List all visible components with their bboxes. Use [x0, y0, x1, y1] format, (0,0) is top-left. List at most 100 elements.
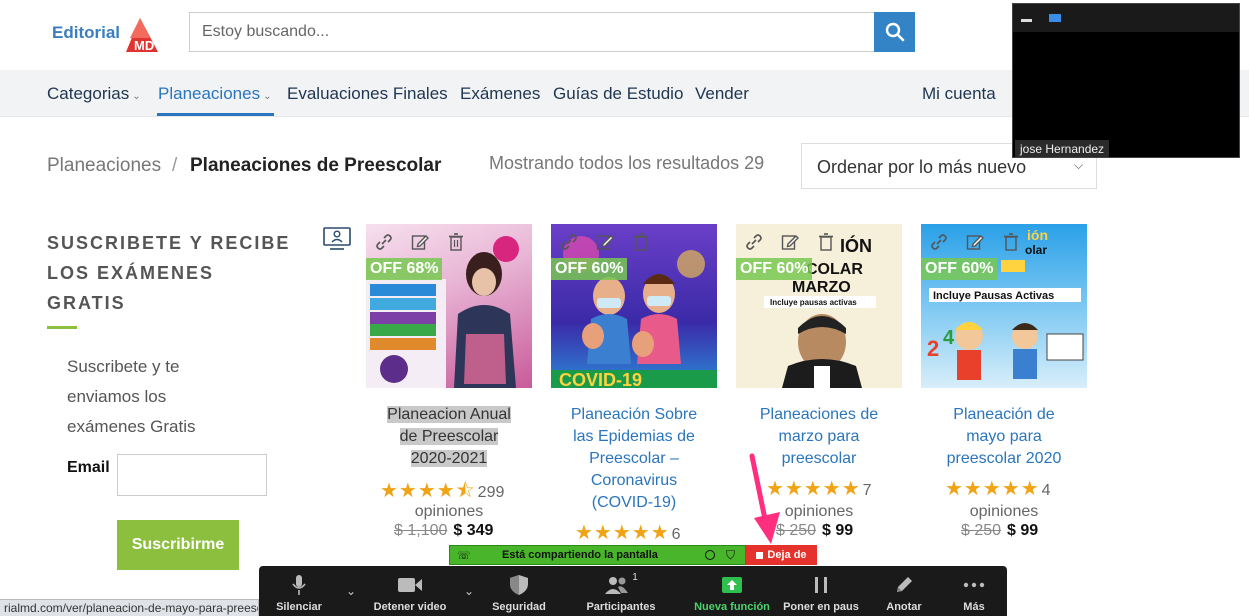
rating-stars: ★★★★★ 4 — [945, 476, 1051, 501]
edit-icon[interactable] — [406, 230, 434, 254]
security-shield-icon: ⛉ — [726, 548, 736, 562]
link-icon[interactable] — [925, 230, 953, 254]
product-image[interactable]: OFF 68% — [366, 224, 532, 388]
product-title-link[interactable]: Planeacion Anual de Preescolar 2020-2021 — [366, 404, 532, 470]
title-line: Planeación de — [953, 406, 1055, 423]
new-share-button[interactable]: Nueva función — [691, 572, 773, 613]
trash-icon[interactable] — [442, 230, 470, 254]
annotate-button[interactable]: Anotar — [877, 572, 931, 613]
toolbar-label: Detener video — [373, 601, 447, 613]
trash-icon[interactable] — [627, 230, 655, 254]
email-label: Email — [67, 459, 110, 476]
participants-button[interactable]: 1 Participantes — [583, 572, 659, 614]
participants-icon — [605, 577, 629, 594]
shield-icon — [510, 575, 528, 595]
heading-line: SUSCRIBETE Y RECIBE — [47, 233, 291, 253]
product-image[interactable]: COVID-19 OFF 60% — [551, 224, 717, 388]
title-line: Planeación Sobre — [570, 406, 698, 423]
nav-item-categorias[interactable]: Categorias ⌄ — [47, 84, 141, 104]
edit-icon[interactable] — [776, 230, 804, 254]
svg-text:COVID-19: COVID-19 — [559, 370, 642, 388]
rating-stars: ★★★★★ 6 — [575, 520, 681, 545]
product-title-link[interactable]: Planeación de mayo para preescolar 2020 — [921, 404, 1087, 470]
review-count: 6 — [671, 526, 681, 543]
heading-divider — [47, 326, 77, 329]
title-line: las Epidemias de — [573, 428, 695, 445]
breadcrumb-parent[interactable]: Planeaciones — [47, 155, 161, 177]
site-logo[interactable]: Editorial MD — [52, 10, 162, 56]
title-line: Planeacion Anual — [387, 406, 511, 423]
review-count: 299 — [477, 484, 505, 501]
title-line: Planeaciones de — [759, 406, 879, 423]
stop-video-button[interactable]: Detener video — [369, 572, 451, 613]
nav-item-examenes[interactable]: Exámenes — [460, 84, 540, 104]
title-line: (COVID-19) — [591, 494, 677, 511]
link-icon[interactable] — [555, 230, 583, 254]
chevron-down-icon: ⌵ — [1074, 158, 1084, 172]
edit-icon[interactable] — [961, 230, 989, 254]
svg-text:4: 4 — [943, 327, 955, 349]
search-input[interactable] — [190, 13, 874, 51]
card-admin-tools — [925, 230, 1035, 254]
nav-item-vender[interactable]: Vender — [695, 84, 749, 104]
edit-icon[interactable] — [591, 230, 619, 254]
minimize-icon[interactable] — [1021, 19, 1032, 22]
nav-item-account[interactable]: Mi cuenta — [922, 84, 996, 104]
nav-item-guias[interactable]: Guías de Estudio — [553, 84, 683, 104]
svg-text:MARZO: MARZO — [792, 279, 851, 296]
pause-icon — [815, 577, 827, 593]
logo-text: Editorial — [52, 23, 121, 42]
nav-item-planeaciones[interactable]: Planeaciones ⌄ — [158, 84, 271, 104]
orderby-selected-value: Ordenar por lo más nuevo — [817, 157, 1027, 177]
link-icon[interactable] — [370, 230, 398, 254]
toolbar-label: Silenciar — [276, 601, 322, 613]
share-up-icon — [722, 577, 742, 593]
monitor-user-icon[interactable] — [322, 226, 352, 252]
sale-price: $ 99 — [822, 522, 854, 539]
pause-share-button[interactable]: Poner en paus — [781, 572, 861, 613]
heading-line: LOS EXÁMENES — [47, 263, 215, 283]
stop-share-button[interactable]: Deja de — [746, 545, 817, 565]
chevron-down-icon: ⌄ — [263, 91, 272, 102]
trash-icon[interactable] — [997, 230, 1025, 254]
video-panel-toolbar — [1013, 4, 1239, 32]
sale-price: $ 99 — [1007, 522, 1039, 539]
svg-text:COLAR: COLAR — [806, 261, 863, 278]
review-count: 7 — [862, 482, 872, 499]
zoom-video-panel[interactable]: jose Hernandez — [1012, 3, 1240, 158]
svg-text:MD: MD — [134, 38, 154, 53]
chevron-up-icon[interactable]: ⌄ — [346, 584, 356, 598]
svg-text:2: 2 — [927, 336, 939, 361]
trash-icon[interactable] — [812, 230, 840, 254]
mute-button[interactable]: Silenciar — [273, 572, 325, 613]
microphone-icon — [292, 575, 306, 595]
toolbar-label: Participantes — [586, 601, 656, 613]
review-count: 4 — [1041, 482, 1051, 499]
video-layout-icon[interactable] — [1049, 14, 1061, 22]
active-nav-indicator — [157, 113, 274, 116]
more-button[interactable]: Más — [953, 572, 995, 613]
link-icon[interactable] — [740, 230, 768, 254]
title-line: preescolar 2020 — [946, 450, 1062, 467]
discount-badge: OFF 68% — [366, 258, 443, 280]
security-button[interactable]: Seguridad — [487, 572, 551, 613]
chevron-up-icon[interactable]: ⌄ — [464, 584, 474, 598]
stars-glyphs: ★★★★★ — [945, 478, 1040, 500]
title-line: Coronavirus — [590, 472, 678, 489]
stop-square-icon — [756, 551, 764, 559]
card-admin-tools — [370, 230, 480, 254]
subscribe-button[interactable]: Suscribirme — [117, 520, 239, 570]
title-line: mayo para — [966, 428, 1042, 445]
nav-label: Planeaciones — [158, 84, 261, 103]
results-count: Mostrando todos los resultados 29 — [489, 153, 765, 173]
product-image[interactable]: IÓN COLAR MARZO Incluye pausas activas O… — [736, 224, 902, 388]
nav-item-evaluaciones[interactable]: Evaluaciones Finales — [287, 84, 448, 104]
toolbar-label: Nueva función — [694, 601, 770, 613]
title-line: de Preescolar — [399, 428, 499, 445]
product-title-link[interactable]: Planeación Sobre las Epidemias de Preesc… — [551, 404, 717, 514]
sale-price: $ 349 — [453, 522, 494, 539]
product-image[interactable]: ión olar Incluye Pausas Activas 2 4 5 OF… — [921, 224, 1087, 388]
email-field[interactable] — [117, 454, 267, 496]
search-button[interactable] — [874, 12, 915, 52]
chevron-down-icon: ⌄ — [132, 91, 141, 102]
